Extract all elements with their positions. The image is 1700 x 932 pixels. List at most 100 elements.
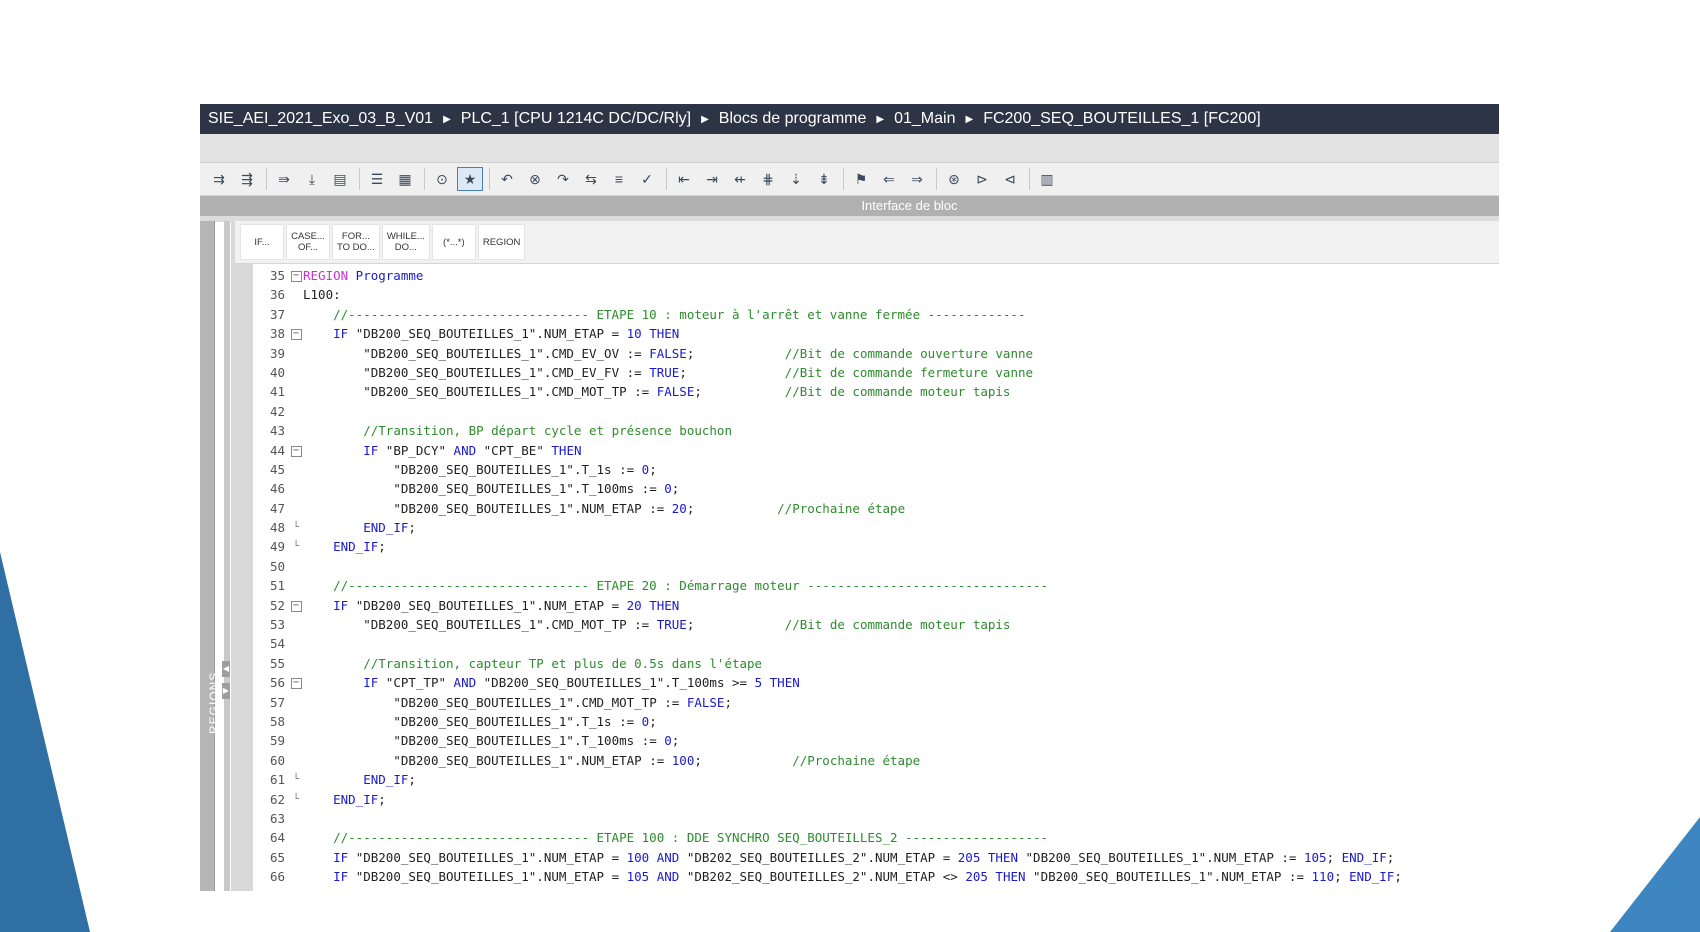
breadcrumb-plc[interactable]: PLC_1 [CPU 1214C DC/DC/Rly] <box>461 110 691 128</box>
code-line[interactable]: 59 "DB200_SEQ_BOUTEILLES_1".T_100ms := 0… <box>253 731 1499 750</box>
fold-toggle-icon[interactable]: − <box>289 596 303 615</box>
breadcrumb-program-blocks[interactable]: Blocs de programme <box>719 110 867 128</box>
block-interface-bar[interactable]: Interface de bloc <box>200 196 1499 216</box>
code-line[interactable]: 44− IF "BP_DCY" AND "CPT_BE" THEN <box>253 441 1499 460</box>
code-token: "DB200_SEQ_BOUTEILLES_1" <box>483 675 665 691</box>
bookmark-next-icon[interactable]: ⇒ <box>904 167 930 191</box>
align-icon[interactable]: ⋕ <box>755 167 781 191</box>
fold-toggle-icon[interactable]: − <box>289 441 303 460</box>
bookmark-prev-icon[interactable]: ⇐ <box>876 167 902 191</box>
code-token: THEN <box>641 597 680 613</box>
regions-splitter[interactable] <box>224 221 230 891</box>
line-number: 54 <box>269 636 285 652</box>
code-token: IF <box>333 597 356 613</box>
code-line[interactable]: 35− REGION Programme <box>253 266 1499 285</box>
code-token: THEN <box>641 326 680 342</box>
code-line[interactable]: 36 L100: <box>253 285 1499 304</box>
sort-icon[interactable]: ⇣ <box>783 167 809 191</box>
watch-stop-icon[interactable]: ⊲ <box>997 167 1023 191</box>
expand-right-icon[interactable]: ▶ <box>222 683 230 699</box>
outdent-icon[interactable]: ⇷ <box>727 167 753 191</box>
code-line[interactable]: 37 //-------------------------------- ET… <box>253 305 1499 324</box>
code-line[interactable]: 52− IF "DB200_SEQ_BOUTEILLES_1".NUM_ETAP… <box>253 596 1499 615</box>
code-line[interactable]: 57 "DB200_SEQ_BOUTEILLES_1".CMD_MOT_TP :… <box>253 693 1499 712</box>
code-line[interactable]: 56− IF "CPT_TP" AND "DB200_SEQ_BOUTEILLE… <box>253 673 1499 692</box>
snippet-bar: IF... CASE... OF... FOR... TO DO... WHIL… <box>235 221 1499 264</box>
code-line[interactable]: 39 "DB200_SEQ_BOUTEILLES_1".CMD_EV_OV :=… <box>253 344 1499 363</box>
breakpoint-gutter[interactable] <box>231 221 253 891</box>
fold-toggle-icon[interactable]: − <box>289 266 303 285</box>
snippet-while[interactable]: WHILE... DO... <box>381 224 430 260</box>
download-icon[interactable]: ⤓ <box>299 167 325 191</box>
code-line[interactable]: 38− IF "DB200_SEQ_BOUTEILLES_1".NUM_ETAP… <box>253 324 1499 343</box>
code-line[interactable]: 51 //-------------------------------- ET… <box>253 576 1499 595</box>
snippet-if[interactable]: IF... <box>240 224 284 260</box>
code-area: REGIONS ◀ ▶ IF... CASE... OF... FOR... T… <box>200 221 1499 891</box>
code-line[interactable]: 60 "DB200_SEQ_BOUTEILLES_1".NUM_ETAP := … <box>253 751 1499 770</box>
line-number: 37 <box>269 306 285 322</box>
jump-edit-icon[interactable]: ⇆ <box>578 167 604 191</box>
code-line[interactable]: 62 └ END_IF; <box>253 790 1499 809</box>
watch-icon[interactable]: ⊛ <box>941 167 967 191</box>
watch-go-icon[interactable]: ⊳ <box>969 167 995 191</box>
code-token: 110 <box>1311 869 1335 885</box>
code-line[interactable]: 66 IF "DB200_SEQ_BOUTEILLES_1".NUM_ETAP … <box>253 867 1499 886</box>
code-text: IF "DB200_SEQ_BOUTEILLES_1".NUM_ETAP = 1… <box>303 869 1402 884</box>
regions-panel[interactable]: REGIONS <box>200 221 221 891</box>
favorite-icon[interactable]: ★ <box>457 167 483 191</box>
comment-icon[interactable]: ▦ <box>392 167 418 191</box>
code-text: IF "DB200_SEQ_BOUTEILLES_1".NUM_ETAP = 2… <box>303 598 679 613</box>
jump-icon[interactable]: ↷ <box>550 167 576 191</box>
call-icon[interactable]: ↶ <box>494 167 520 191</box>
code-line[interactable]: 40 "DB200_SEQ_BOUTEILLES_1".CMD_EV_FV :=… <box>253 363 1499 382</box>
bookmark-icon[interactable]: ⚑ <box>848 167 874 191</box>
compile-icon[interactable]: ⇛ <box>271 167 297 191</box>
code-line[interactable]: 63 <box>253 809 1499 828</box>
line-number: 61 <box>269 772 285 788</box>
snippet-case[interactable]: CASE... OF... <box>286 224 330 260</box>
code-line[interactable]: 42 <box>253 402 1499 421</box>
format-icon[interactable]: ≡ <box>606 167 632 191</box>
code-line[interactable]: 54 <box>253 634 1499 653</box>
code-line[interactable]: 47 "DB200_SEQ_BOUTEILLES_1".NUM_ETAP := … <box>253 499 1499 518</box>
fold-toggle-icon[interactable]: − <box>289 673 303 692</box>
check-icon[interactable]: ✓ <box>634 167 660 191</box>
fold-toggle-icon[interactable]: − <box>289 324 303 343</box>
code-line[interactable]: 45 "DB200_SEQ_BOUTEILLES_1".T_1s := 0; <box>253 460 1499 479</box>
code-line[interactable]: 50 <box>253 557 1499 576</box>
code-text: REGION Programme <box>303 268 423 283</box>
code-line[interactable]: 49 └ END_IF; <box>253 537 1499 556</box>
code-text: "DB200_SEQ_BOUTEILLES_1".CMD_EV_FV := TR… <box>303 365 1033 380</box>
breakpoint-icon[interactable]: ⊙ <box>429 167 455 191</box>
snippet-comment[interactable]: (*...*) <box>431 224 476 260</box>
monitor-icon[interactable]: ▤ <box>327 167 353 191</box>
insert-row-icon[interactable]: ⇶ <box>234 167 260 191</box>
snippet-for[interactable]: FOR... TO DO... <box>332 224 380 260</box>
code-line[interactable]: 65 IF "DB200_SEQ_BOUTEILLES_1".NUM_ETAP … <box>253 848 1499 867</box>
indent-left-icon[interactable]: ⇤ <box>671 167 697 191</box>
snippet-region[interactable]: REGION <box>477 224 526 260</box>
code-editor[interactable]: 35− REGION Programme 36 L100: 37 //---------… <box>253 266 1499 887</box>
code-line[interactable]: 64 //-------------------------------- ET… <box>253 828 1499 847</box>
code-line[interactable]: 41 "DB200_SEQ_BOUTEILLES_1".CMD_MOT_TP :… <box>253 382 1499 401</box>
breadcrumb-block[interactable]: FC200_SEQ_BOUTEILLES_1 [FC200] <box>983 110 1260 128</box>
collapse-left-icon[interactable]: ◀ <box>222 661 230 677</box>
sort-edit-icon[interactable]: ⇟ <box>811 167 837 191</box>
breadcrumb-project[interactable]: SIE_AEI_2021_Exo_03_B_V01 <box>208 110 433 128</box>
breadcrumb-main[interactable]: 01_Main <box>894 110 955 128</box>
indent-right-icon[interactable]: ⇥ <box>699 167 725 191</box>
line-number: 40 <box>269 364 285 380</box>
insert-icon[interactable]: ⇉ <box>206 167 232 191</box>
code-line[interactable]: 53 "DB200_SEQ_BOUTEILLES_1".CMD_MOT_TP :… <box>253 615 1499 634</box>
code-line[interactable]: 46 "DB200_SEQ_BOUTEILLES_1".T_100ms := 0… <box>253 479 1499 498</box>
code-token: END_IF <box>1341 849 1387 865</box>
code-line[interactable]: 61 └ END_IF; <box>253 770 1499 789</box>
code-line[interactable]: 58 "DB200_SEQ_BOUTEILLES_1".T_1s := 0; <box>253 712 1499 731</box>
code-line[interactable]: 48 └ END_IF; <box>253 518 1499 537</box>
db-icon[interactable]: ▥ <box>1034 167 1060 191</box>
code-line[interactable]: 43 //Transition, BP départ cycle et prés… <box>253 421 1499 440</box>
code-token: .NUM_ETAP = <box>536 869 627 885</box>
code-line[interactable]: 55 //Transition, capteur TP et plus de 0… <box>253 654 1499 673</box>
list-icon[interactable]: ☰ <box>364 167 390 191</box>
call-remove-icon[interactable]: ⊗ <box>522 167 548 191</box>
